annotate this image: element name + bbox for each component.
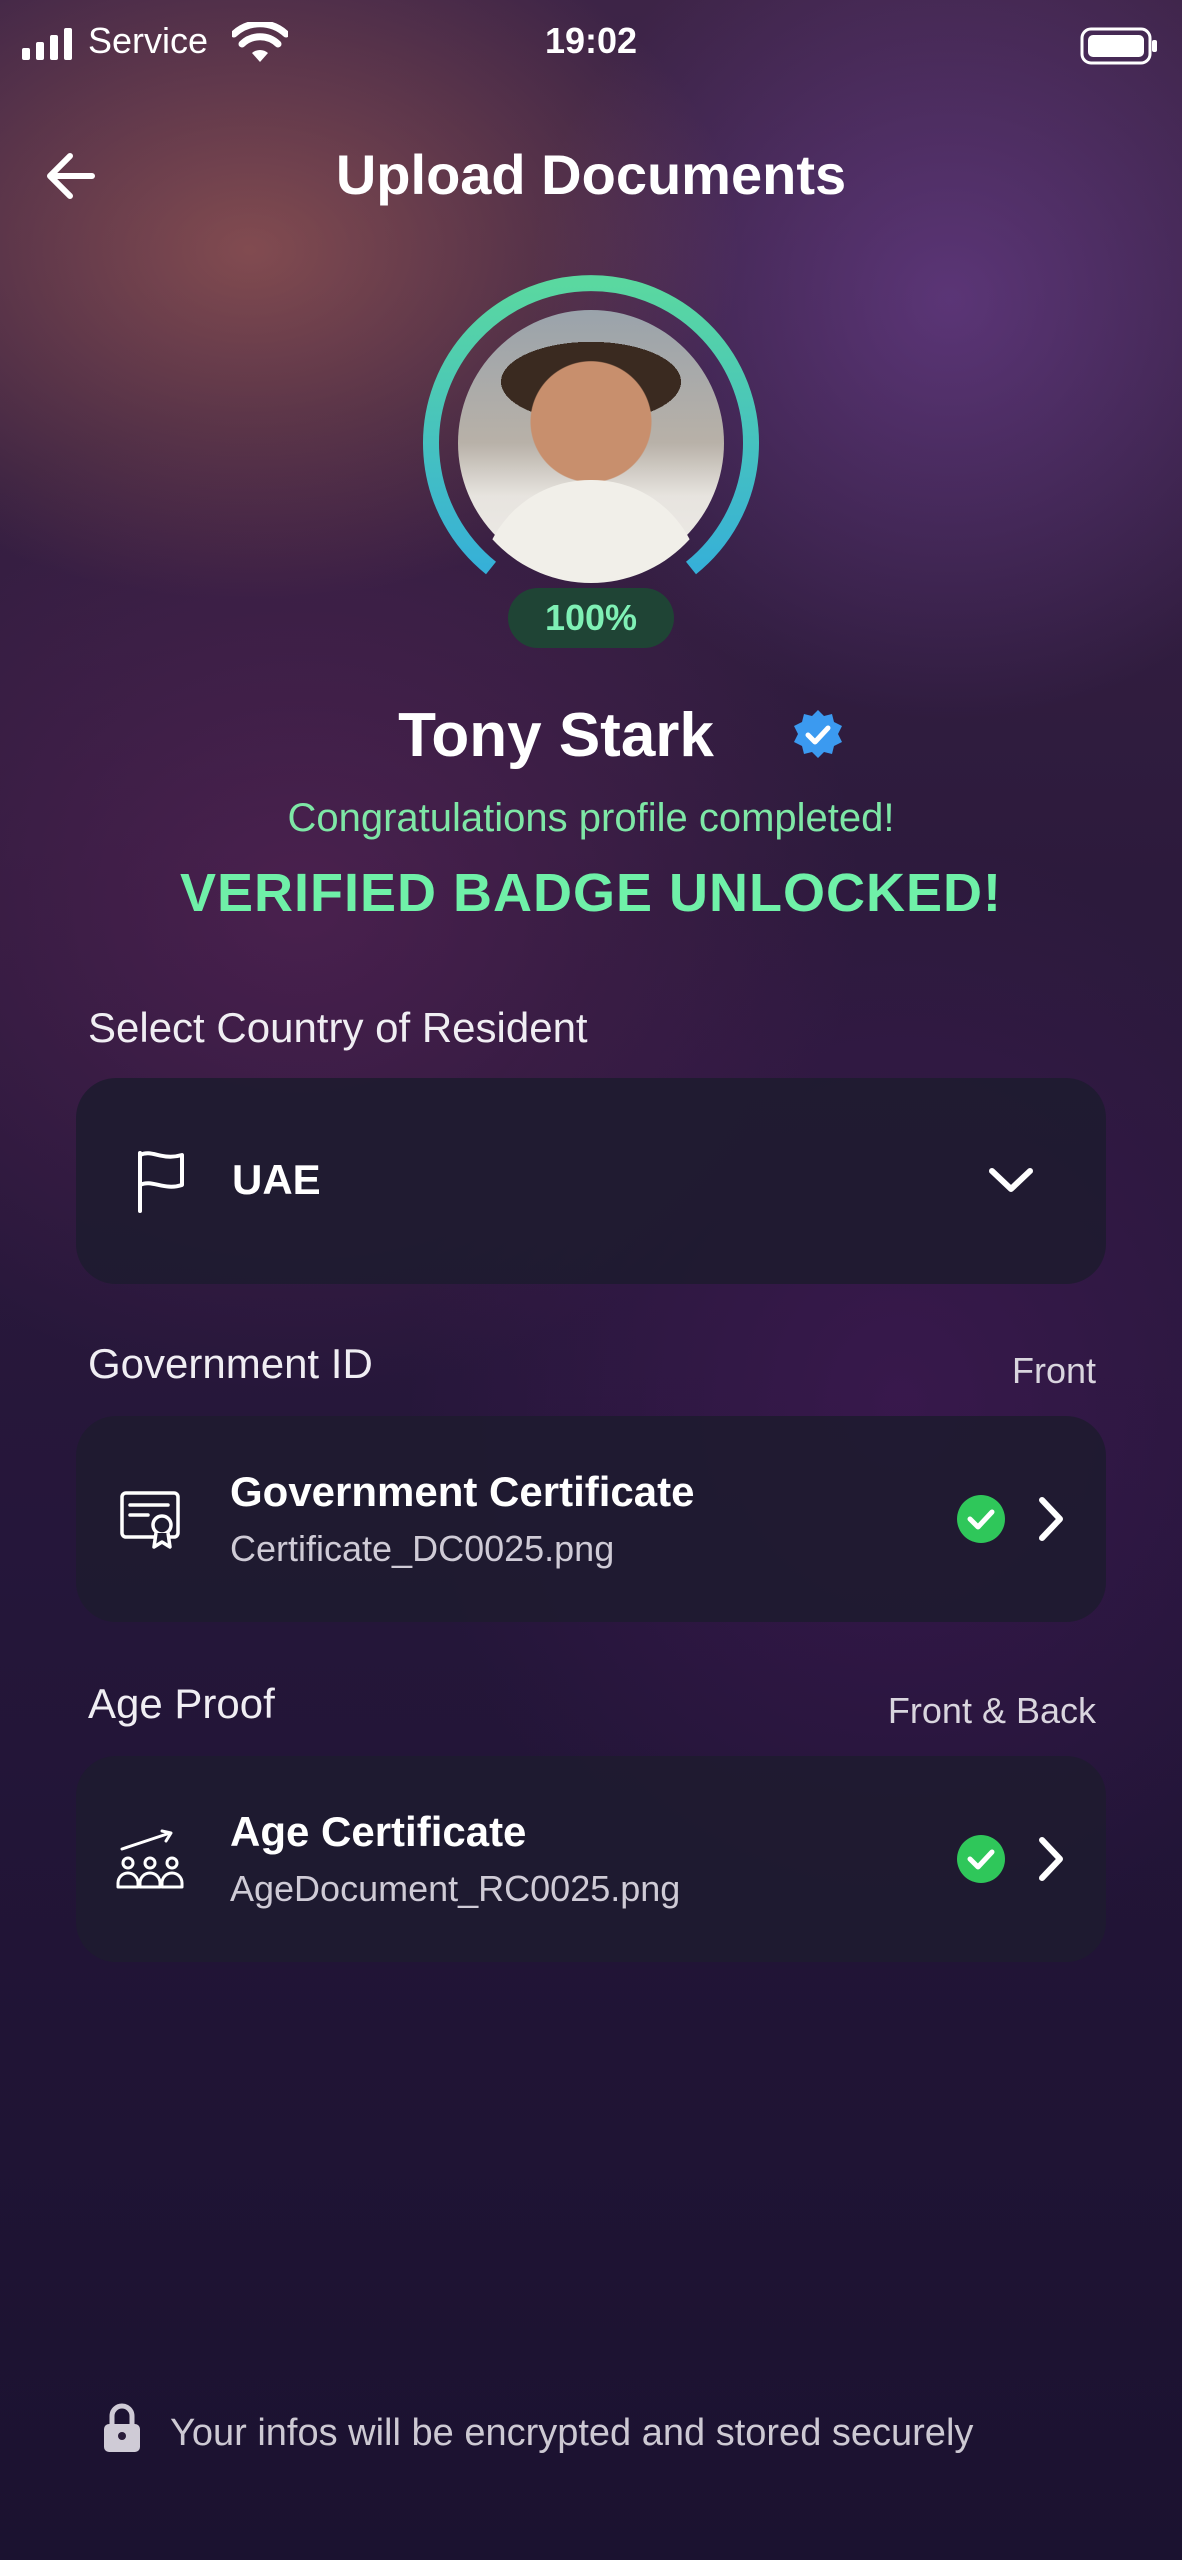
battery-icon [1080,27,1157,65]
user-name-text: Tony Stark [398,701,714,770]
security-note: Your infos will be encrypted and stored … [170,2412,974,2454]
flag-icon [138,1151,184,1213]
status-bar: Service 19:02 [0,0,1182,90]
progress-badge: 100% [508,588,674,648]
age-certificate-title: Age Certificate [230,1808,527,1855]
chevron-right-icon[interactable] [1030,1834,1070,1884]
country-value: UAE [232,1156,321,1203]
people-growth-icon [116,1829,184,1889]
chevron-down-icon [989,1168,1033,1192]
government-id-side: Front [1011,1350,1096,1391]
lock-icon [104,2403,140,2452]
chevron-right-icon[interactable] [1030,1494,1070,1544]
verified-badge-icon [794,710,842,758]
age-certificate-file: AgeDocument_RC0025.png [230,1868,681,1909]
government-certificate-title: Government Certificate [230,1468,695,1515]
status-time: 19:02 [544,20,638,61]
page-title: Upload Documents [335,143,847,206]
age-proof-label: Age Proof [88,1680,275,1727]
country-section-label: Select Country of Resident [88,1004,588,1051]
age-proof-side: Front & Back [887,1690,1096,1731]
check-circle-icon [957,1835,1005,1883]
certificate-icon [120,1491,180,1549]
profile-progress-ring [423,275,759,575]
age-certificate-card[interactable]: Age Certificate AgeDocument_RC0025.png [76,1756,1106,1962]
country-select[interactable]: UAE [76,1078,1106,1284]
government-certificate-card[interactable]: Government Certificate Certificate_DC002… [76,1416,1106,1622]
government-id-label: Government ID [88,1340,373,1387]
user-name: Tony Stark [0,700,1182,771]
government-certificate-file: Certificate_DC0025.png [230,1528,615,1569]
congrats-message: Congratulations profile completed! [287,796,895,840]
check-circle-icon [957,1495,1005,1543]
badge-unlocked-message: VERIFIED BADGE UNLOCKED! [179,863,1003,923]
